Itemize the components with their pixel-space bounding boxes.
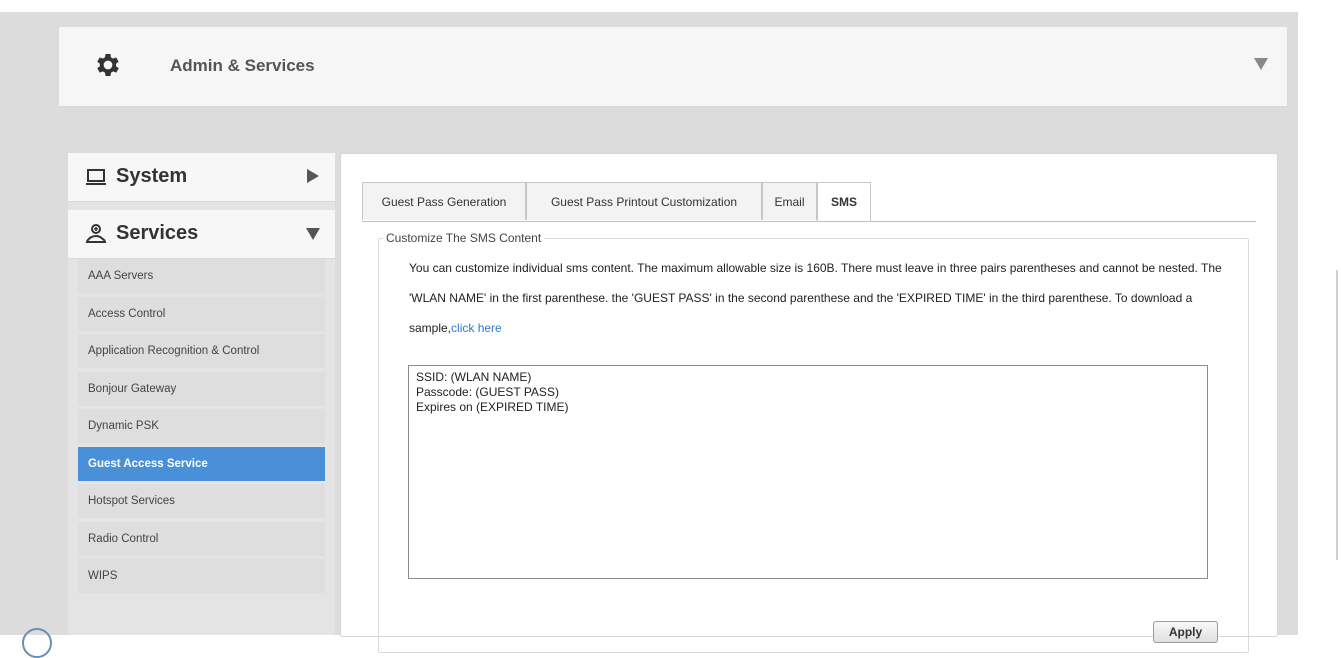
sms-content-textarea[interactable] <box>408 365 1208 579</box>
sidebar-item-hotspot-services[interactable]: Hotspot Services <box>78 484 325 518</box>
tab-email[interactable]: Email <box>762 182 817 220</box>
tab-divider <box>362 221 1256 222</box>
guest-access-panel: Guest Pass Generation Guest Pass Printou… <box>340 153 1278 653</box>
sms-description-text: You can customize individual sms content… <box>409 261 1222 335</box>
sidebar: System Services AAA Servers Access Contr… <box>68 153 335 635</box>
laptop-icon <box>86 169 106 185</box>
scrollbar-track[interactable] <box>1336 270 1338 560</box>
sidebar-item-wips[interactable]: WIPS <box>78 559 325 593</box>
download-sample-link[interactable]: click here <box>451 321 502 335</box>
sidebar-section-system[interactable]: System <box>68 153 335 202</box>
sidebar-item-guest-access-service[interactable]: Guest Access Service <box>78 446 325 481</box>
services-icon <box>86 224 106 243</box>
sidebar-item-bonjour-gateway[interactable]: Bonjour Gateway <box>78 371 325 406</box>
services-menu: AAA Servers Access Control Application R… <box>78 259 325 597</box>
tab-guest-pass-printout[interactable]: Guest Pass Printout Customization <box>526 182 762 220</box>
sms-description: You can customize individual sms content… <box>409 253 1249 343</box>
sidebar-item-aaa-servers[interactable]: AAA Servers <box>78 259 325 293</box>
sidebar-item-access-control[interactable]: Access Control <box>78 296 325 331</box>
sidebar-section-services[interactable]: Services <box>68 210 335 259</box>
sidebar-item-application-recognition[interactable]: Application Recognition & Control <box>78 334 325 368</box>
tab-sms[interactable]: SMS <box>817 182 871 221</box>
sidebar-item-dynamic-psk[interactable]: Dynamic PSK <box>78 409 325 443</box>
apply-button[interactable]: Apply <box>1153 621 1218 643</box>
sms-content-group: Customize The SMS Content You can custom… <box>378 231 1249 653</box>
help-icon[interactable] <box>22 628 52 658</box>
caret-down-icon <box>306 228 320 240</box>
tab-guest-pass-generation[interactable]: Guest Pass Generation <box>362 182 526 220</box>
gear-icon <box>97 54 119 76</box>
caret-down-icon[interactable] <box>1253 56 1269 72</box>
sidebar-item-radio-control[interactable]: Radio Control <box>78 521 325 556</box>
sidebar-section-label: Services <box>116 222 199 244</box>
admin-services-header[interactable]: Admin & Services <box>59 27 1287 107</box>
sms-content-legend: Customize The SMS Content <box>386 231 542 245</box>
caret-right-icon <box>307 169 319 183</box>
sidebar-section-label: System <box>116 165 188 187</box>
page-title: Admin & Services <box>170 56 315 75</box>
